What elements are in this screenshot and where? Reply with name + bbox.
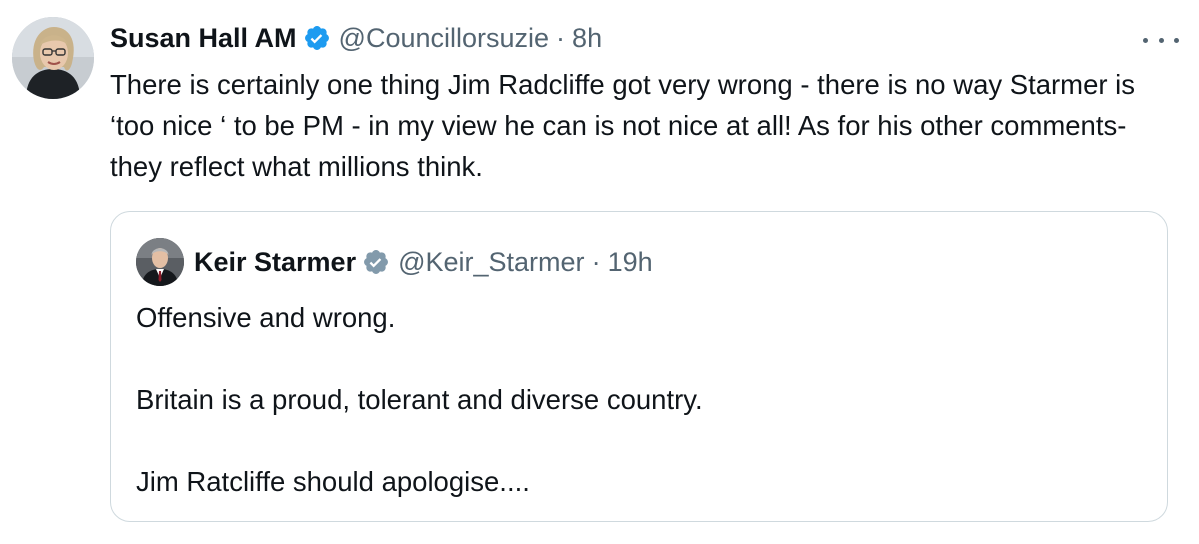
gray-verified-badge-icon[interactable] — [362, 248, 390, 276]
quoted-tweet-text: Offensive and wrong. Britain is a proud,… — [136, 297, 1136, 502]
quoted-author-display-name[interactable]: Keir Starmer — [194, 247, 356, 278]
quoted-paragraph: Britain is a proud, tolerant and diverse… — [136, 384, 703, 415]
quoted-tweet[interactable]: Keir Starmer @Keir_Starmer · 19h Offensi… — [110, 211, 1168, 522]
tweet-timestamp[interactable]: 8h — [572, 23, 602, 54]
quoted-tweet-timestamp[interactable]: 19h — [608, 247, 653, 278]
quoted-author-handle[interactable]: @Keir_Starmer — [398, 247, 584, 278]
avatar-photo — [12, 17, 94, 99]
quoted-paragraph: Offensive and wrong. — [136, 302, 396, 333]
tweet-card[interactable]: Susan Hall AM @Councillorsuzie · 8h Ther… — [0, 0, 1199, 544]
quoted-avatar-photo — [136, 238, 184, 286]
author-avatar[interactable] — [12, 17, 94, 99]
tweet-text: There is certainly one thing Jim Radclif… — [110, 69, 1143, 182]
quoted-author-avatar[interactable] — [136, 238, 184, 286]
tweet-header: Susan Hall AM @Councillorsuzie · 8h — [110, 20, 602, 56]
author-display-name[interactable]: Susan Hall AM — [110, 23, 297, 54]
separator-dot: · — [556, 22, 566, 53]
quoted-separator-dot: · — [591, 246, 601, 277]
verified-badge-icon[interactable] — [303, 24, 331, 52]
quoted-tweet-header: Keir Starmer @Keir_Starmer · 19h — [136, 238, 653, 286]
more-options-icon[interactable] — [1143, 28, 1179, 52]
author-handle[interactable]: @Councillorsuzie — [339, 23, 550, 54]
quoted-paragraph: Jim Ratcliffe should apologise.... — [136, 466, 530, 497]
